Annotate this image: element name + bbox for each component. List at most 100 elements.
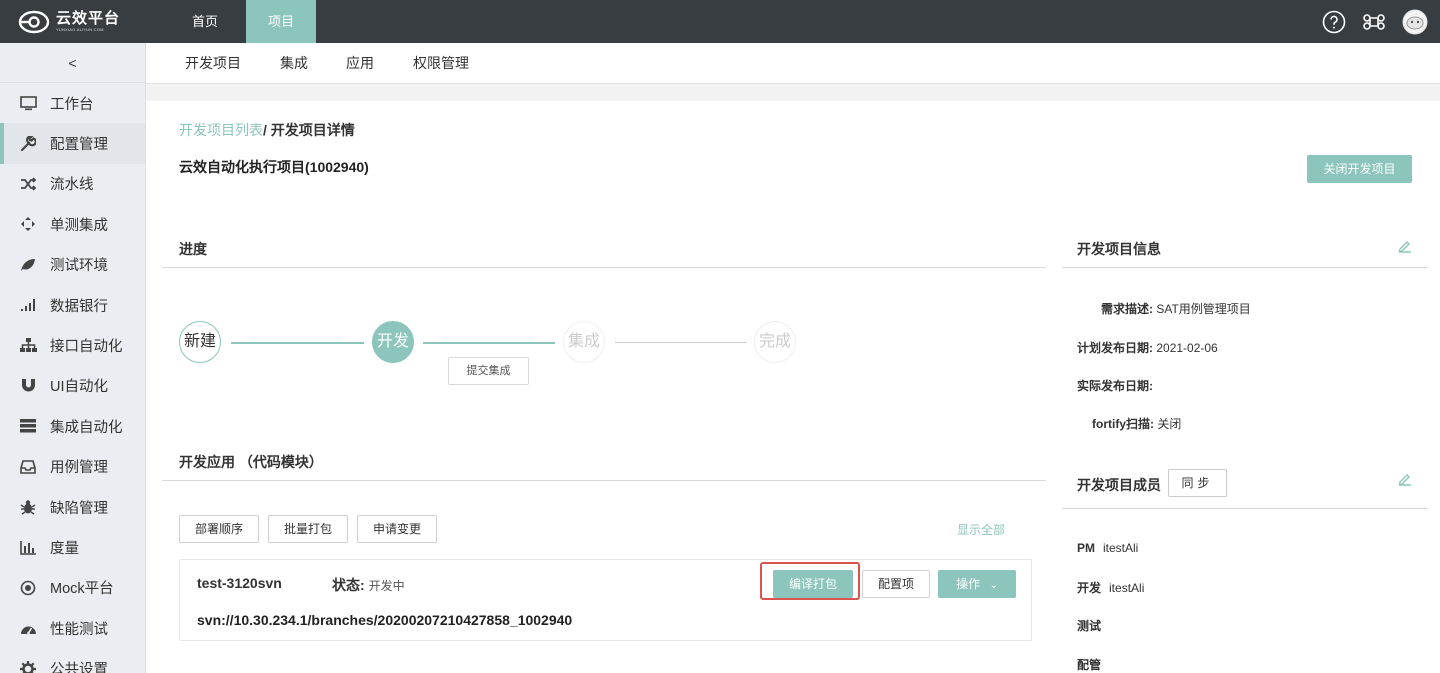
monitor-icon [19, 94, 37, 112]
sidebar-item-label: 配置管理 [50, 137, 108, 154]
breadcrumb-current: / 开发项目详情 [263, 122, 355, 138]
sidebar-item-label: 工作台 [50, 96, 94, 113]
sidebar-item-performance[interactable]: 性能测试 [0, 608, 145, 648]
sidebar-item-pipeline[interactable]: 流水线 [0, 164, 145, 204]
bug-icon [19, 498, 37, 516]
progress-connector [231, 342, 364, 344]
app-status: 状态: 开发中 [332, 575, 405, 595]
target-icon [19, 579, 37, 597]
app-repo-url: svn://10.30.234.1/branches/2020020721042… [197, 612, 573, 628]
sidebar-item-label: UI自动化 [50, 379, 108, 396]
sidebar-item-label: 流水线 [50, 177, 94, 194]
chevron-down-icon: ⌄ [989, 580, 998, 591]
sidebar-item-ui-automation[interactable]: UI自动化 [0, 366, 145, 406]
sidebar-item-case-management[interactable]: 用例管理 [0, 447, 145, 487]
info-requirement: 需求描述: SAT用例管理项目 [1101, 302, 1251, 316]
sidebar-item-label: 性能测试 [50, 621, 108, 638]
info-actual-date: 实际发布日期: [1077, 379, 1153, 393]
breadcrumb-link[interactable]: 开发项目列表 [179, 122, 263, 138]
batch-package-button[interactable]: 批量打包 [268, 515, 348, 543]
member-row: 配管 [1077, 658, 1102, 672]
config-items-button[interactable]: 配置项 [862, 570, 930, 598]
divider [162, 480, 1046, 481]
help-icon[interactable] [1322, 10, 1346, 34]
sidebar-collapse-button[interactable]: < [0, 43, 145, 83]
app-status-value: 开发中 [368, 579, 405, 593]
sidebar-item-label: 测试环境 [50, 258, 108, 275]
gear-icon [19, 660, 37, 673]
main-content: 开发项目列表/ 开发项目详情 云效自动化执行项目(1002940) 关闭开发项目… [146, 101, 1440, 673]
show-all-link[interactable]: 显示全部 [957, 521, 1005, 538]
sidebar-item-integration-automation[interactable]: 集成自动化 [0, 406, 145, 446]
sidebar-item-label: 单测集成 [50, 217, 108, 234]
topnav-project[interactable]: 项目 [246, 0, 316, 43]
close-project-button[interactable]: 关闭开发项目 [1307, 155, 1412, 183]
sitemap-icon [19, 337, 37, 355]
operations-label: 操作 [956, 577, 981, 591]
sidebar-item-label: 数据银行 [50, 298, 108, 315]
subnav-integration[interactable]: 集成 [280, 43, 308, 84]
inbox-icon [19, 458, 37, 476]
deploy-order-button[interactable]: 部署顺序 [179, 515, 259, 543]
step-done: 完成 [754, 321, 796, 363]
divider [1062, 508, 1428, 509]
top-bar: 云效平台 YUNXIAO.ALIYUN.COM 首页 项目 [0, 0, 1440, 43]
subnav-permissions[interactable]: 权限管理 [413, 43, 469, 84]
sidebar-item-label: 公共设置 [50, 662, 108, 673]
sidebar-item-data-bank[interactable]: 数据银行 [0, 285, 145, 325]
logo[interactable]: 云效平台 YUNXIAO.ALIYUN.COM [0, 0, 146, 43]
sidebar-item-label: 集成自动化 [50, 419, 123, 436]
info-plan-date: 计划发布日期: 2021-02-06 [1077, 341, 1218, 355]
sidebar-item-config[interactable]: 配置管理 [0, 123, 145, 165]
sidebar-item-label: 缺陷管理 [50, 500, 108, 517]
apps-title: 开发应用 （代码模块） [179, 454, 323, 470]
info-fortify: fortify扫描: 关闭 [1092, 417, 1182, 431]
divider [1062, 267, 1428, 268]
member-row: 测试 [1077, 619, 1102, 633]
sidebar-item-label: Mock平台 [50, 581, 114, 598]
subnav-dev-project[interactable]: 开发项目 [185, 43, 241, 84]
operations-dropdown[interactable]: 操作 ⌄ [938, 570, 1016, 598]
apply-change-button[interactable]: 申请变更 [357, 515, 437, 543]
sidebar-item-unit-test[interactable]: 单测集成 [0, 204, 145, 244]
sidebar-item-workbench[interactable]: 工作台 [0, 83, 145, 123]
avatar[interactable] [1402, 9, 1428, 35]
sidebar-item-metrics[interactable]: 度量 [0, 527, 145, 567]
members-title: 开发项目成员 [1077, 477, 1161, 493]
sidebar-item-label: 用例管理 [50, 460, 108, 477]
magnet-icon [19, 377, 37, 395]
step-dev: 开发 [372, 321, 414, 363]
progress-connector [615, 342, 747, 343]
sidebar-item-api-automation[interactable]: 接口自动化 [0, 325, 145, 365]
server-icon [19, 417, 37, 435]
breadcrumb: 开发项目列表/ 开发项目详情 [179, 120, 355, 140]
leaf-icon [19, 256, 37, 274]
step-new: 新建 [179, 321, 221, 363]
subnav-application[interactable]: 应用 [346, 43, 374, 84]
sidebar: < 工作台 配置管理 流水线 单测集成 测试环境 数据银行 接口自动化 UI自动… [0, 43, 146, 673]
member-row: PM itestAli [1077, 541, 1139, 555]
sub-nav: 开发项目 集成 应用 权限管理 [146, 43, 1440, 84]
topnav-home[interactable]: 首页 [170, 0, 240, 43]
logo-icon [18, 10, 50, 33]
submit-integration-button[interactable]: 提交集成 [448, 357, 529, 385]
progress-connector [423, 342, 555, 344]
sidebar-item-mock[interactable]: Mock平台 [0, 568, 145, 608]
build-package-button[interactable]: 编译打包 [773, 570, 853, 598]
crosshair-icon [19, 215, 37, 233]
shuffle-icon [19, 175, 37, 193]
edit-icon[interactable] [1398, 472, 1412, 486]
command-icon[interactable] [1362, 10, 1386, 34]
app-card: test-3120svn 状态: 开发中 svn://10.30.234.1/br… [179, 559, 1032, 641]
logo-subtext: YUNXIAO.ALIYUN.COM [56, 26, 104, 32]
sidebar-item-test-env[interactable]: 测试环境 [0, 245, 145, 285]
sync-button[interactable]: 同步 [1168, 469, 1227, 497]
app-name: test-3120svn [197, 575, 282, 591]
logo-text: 云效平台 [56, 9, 121, 27]
sidebar-item-defects[interactable]: 缺陷管理 [0, 487, 145, 527]
edit-icon[interactable] [1398, 239, 1412, 253]
signal-icon [19, 296, 37, 314]
dashboard-icon [19, 619, 37, 637]
divider [162, 267, 1046, 268]
sidebar-item-settings[interactable]: 公共设置 [0, 648, 145, 673]
